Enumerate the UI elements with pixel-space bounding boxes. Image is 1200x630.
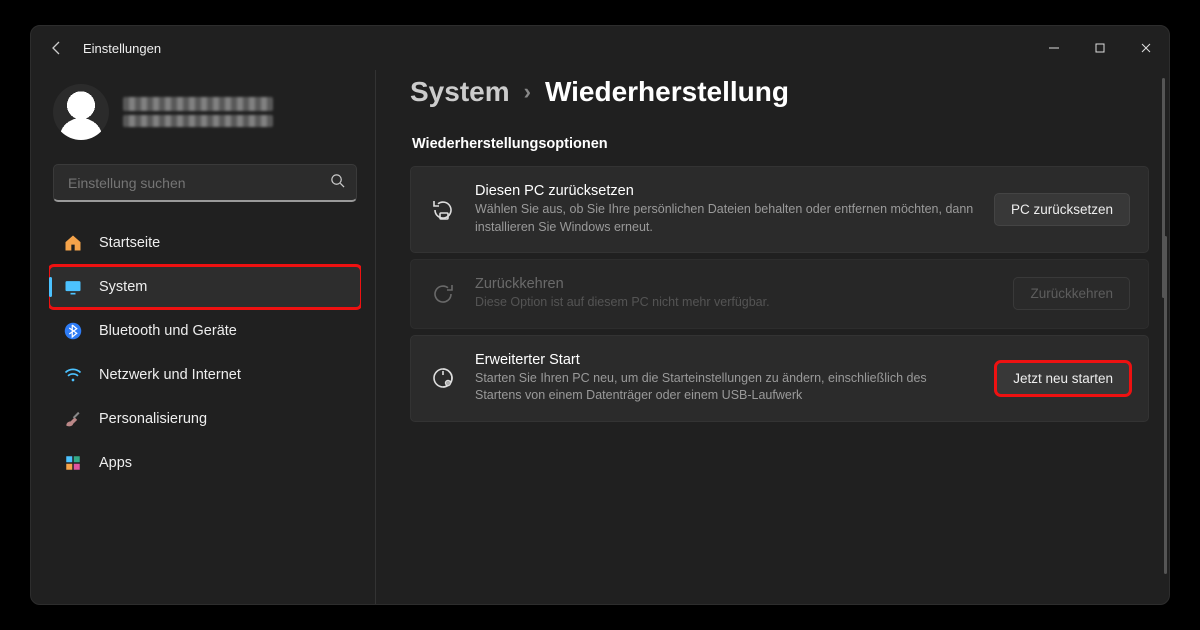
search-input[interactable] xyxy=(53,164,357,202)
card-title: Erweiterter Start xyxy=(475,352,978,368)
sidebar-item-wifi[interactable]: Netzwerk und Internet xyxy=(49,354,361,396)
search-box xyxy=(53,164,357,202)
card-desc: Starten Sie Ihren PC neu, um die Startei… xyxy=(475,370,975,405)
sidebar-item-label: System xyxy=(99,279,147,295)
card-body: Diesen PC zurücksetzen Wählen Sie aus, ob… xyxy=(475,183,976,236)
main-scrollbar[interactable] xyxy=(1162,78,1165,298)
section-title: Wiederherstellungsoptionen xyxy=(412,136,1149,152)
cards-container: Diesen PC zurücksetzen Wählen Sie aus, ob… xyxy=(410,166,1149,422)
sidebar-item-bluetooth[interactable]: Bluetooth und Geräte xyxy=(49,310,361,352)
back-button[interactable] xyxy=(49,40,65,56)
chevron-right-icon: › xyxy=(524,79,531,105)
goback-icon xyxy=(429,280,457,308)
main-panel: System › Wiederherstellung Wiederherstel… xyxy=(376,70,1169,604)
sidebar-item-label: Startseite xyxy=(99,235,160,251)
avatar xyxy=(53,84,109,140)
maximize-button[interactable] xyxy=(1077,26,1123,70)
window-controls xyxy=(1031,26,1169,70)
user-email-redacted xyxy=(123,115,273,127)
close-button[interactable] xyxy=(1123,26,1169,70)
brush-icon xyxy=(63,409,83,429)
breadcrumb-parent[interactable]: System xyxy=(410,76,510,108)
breadcrumb: System › Wiederherstellung xyxy=(410,76,1149,108)
card-body: Erweiterter Start Starten Sie Ihren PC ne… xyxy=(475,352,978,405)
sidebar-item-home[interactable]: Startseite xyxy=(49,222,361,264)
card-action-button[interactable]: Jetzt neu starten xyxy=(996,362,1130,395)
sidebar-item-apps[interactable]: Apps xyxy=(49,442,361,484)
sidebar-item-label: Apps xyxy=(99,455,132,471)
wifi-icon xyxy=(63,365,83,385)
home-icon xyxy=(63,233,83,253)
user-info xyxy=(123,97,273,127)
titlebar: Einstellungen xyxy=(31,26,1169,70)
card-body: Zurückkehren Diese Option ist auf diesem … xyxy=(475,276,995,312)
recovery-card-reset: Diesen PC zurücksetzen Wählen Sie aus, ob… xyxy=(410,166,1149,253)
minimize-button[interactable] xyxy=(1031,26,1077,70)
reset-icon xyxy=(429,196,457,224)
card-desc: Diese Option ist auf diesem PC nicht meh… xyxy=(475,294,975,312)
bluetooth-icon xyxy=(63,321,83,341)
sidebar-item-label: Netzwerk und Internet xyxy=(99,367,241,383)
recovery-card-goback: Zurückkehren Diese Option ist auf diesem … xyxy=(410,259,1149,329)
settings-window: Einstellungen xyxy=(30,25,1170,605)
apps-icon xyxy=(63,453,83,473)
card-action-button[interactable]: PC zurücksetzen xyxy=(994,193,1130,226)
sidebar-item-brush[interactable]: Personalisierung xyxy=(49,398,361,440)
user-name-redacted xyxy=(123,97,273,111)
sidebar-item-label: Bluetooth und Geräte xyxy=(99,323,237,339)
advstart-icon xyxy=(429,364,457,392)
card-action-button: Zurückkehren xyxy=(1013,277,1130,310)
recovery-card-advstart: Erweiterter Start Starten Sie Ihren PC ne… xyxy=(410,335,1149,422)
card-desc: Wählen Sie aus, ob Sie Ihre persönlichen… xyxy=(475,201,975,236)
card-title: Zurückkehren xyxy=(475,276,995,292)
system-icon xyxy=(63,277,83,297)
user-block[interactable] xyxy=(49,80,361,156)
search-icon xyxy=(330,173,345,193)
sidebar: Startseite System Bluetooth und Geräte Netz… xyxy=(31,70,376,604)
sidebar-item-system[interactable]: System xyxy=(49,266,361,308)
window-title: Einstellungen xyxy=(83,41,161,56)
breadcrumb-current: Wiederherstellung xyxy=(545,76,789,108)
sidebar-item-label: Personalisierung xyxy=(99,411,207,427)
nav-list: Startseite System Bluetooth und Geräte Netz… xyxy=(49,222,361,484)
card-title: Diesen PC zurücksetzen xyxy=(475,183,976,199)
